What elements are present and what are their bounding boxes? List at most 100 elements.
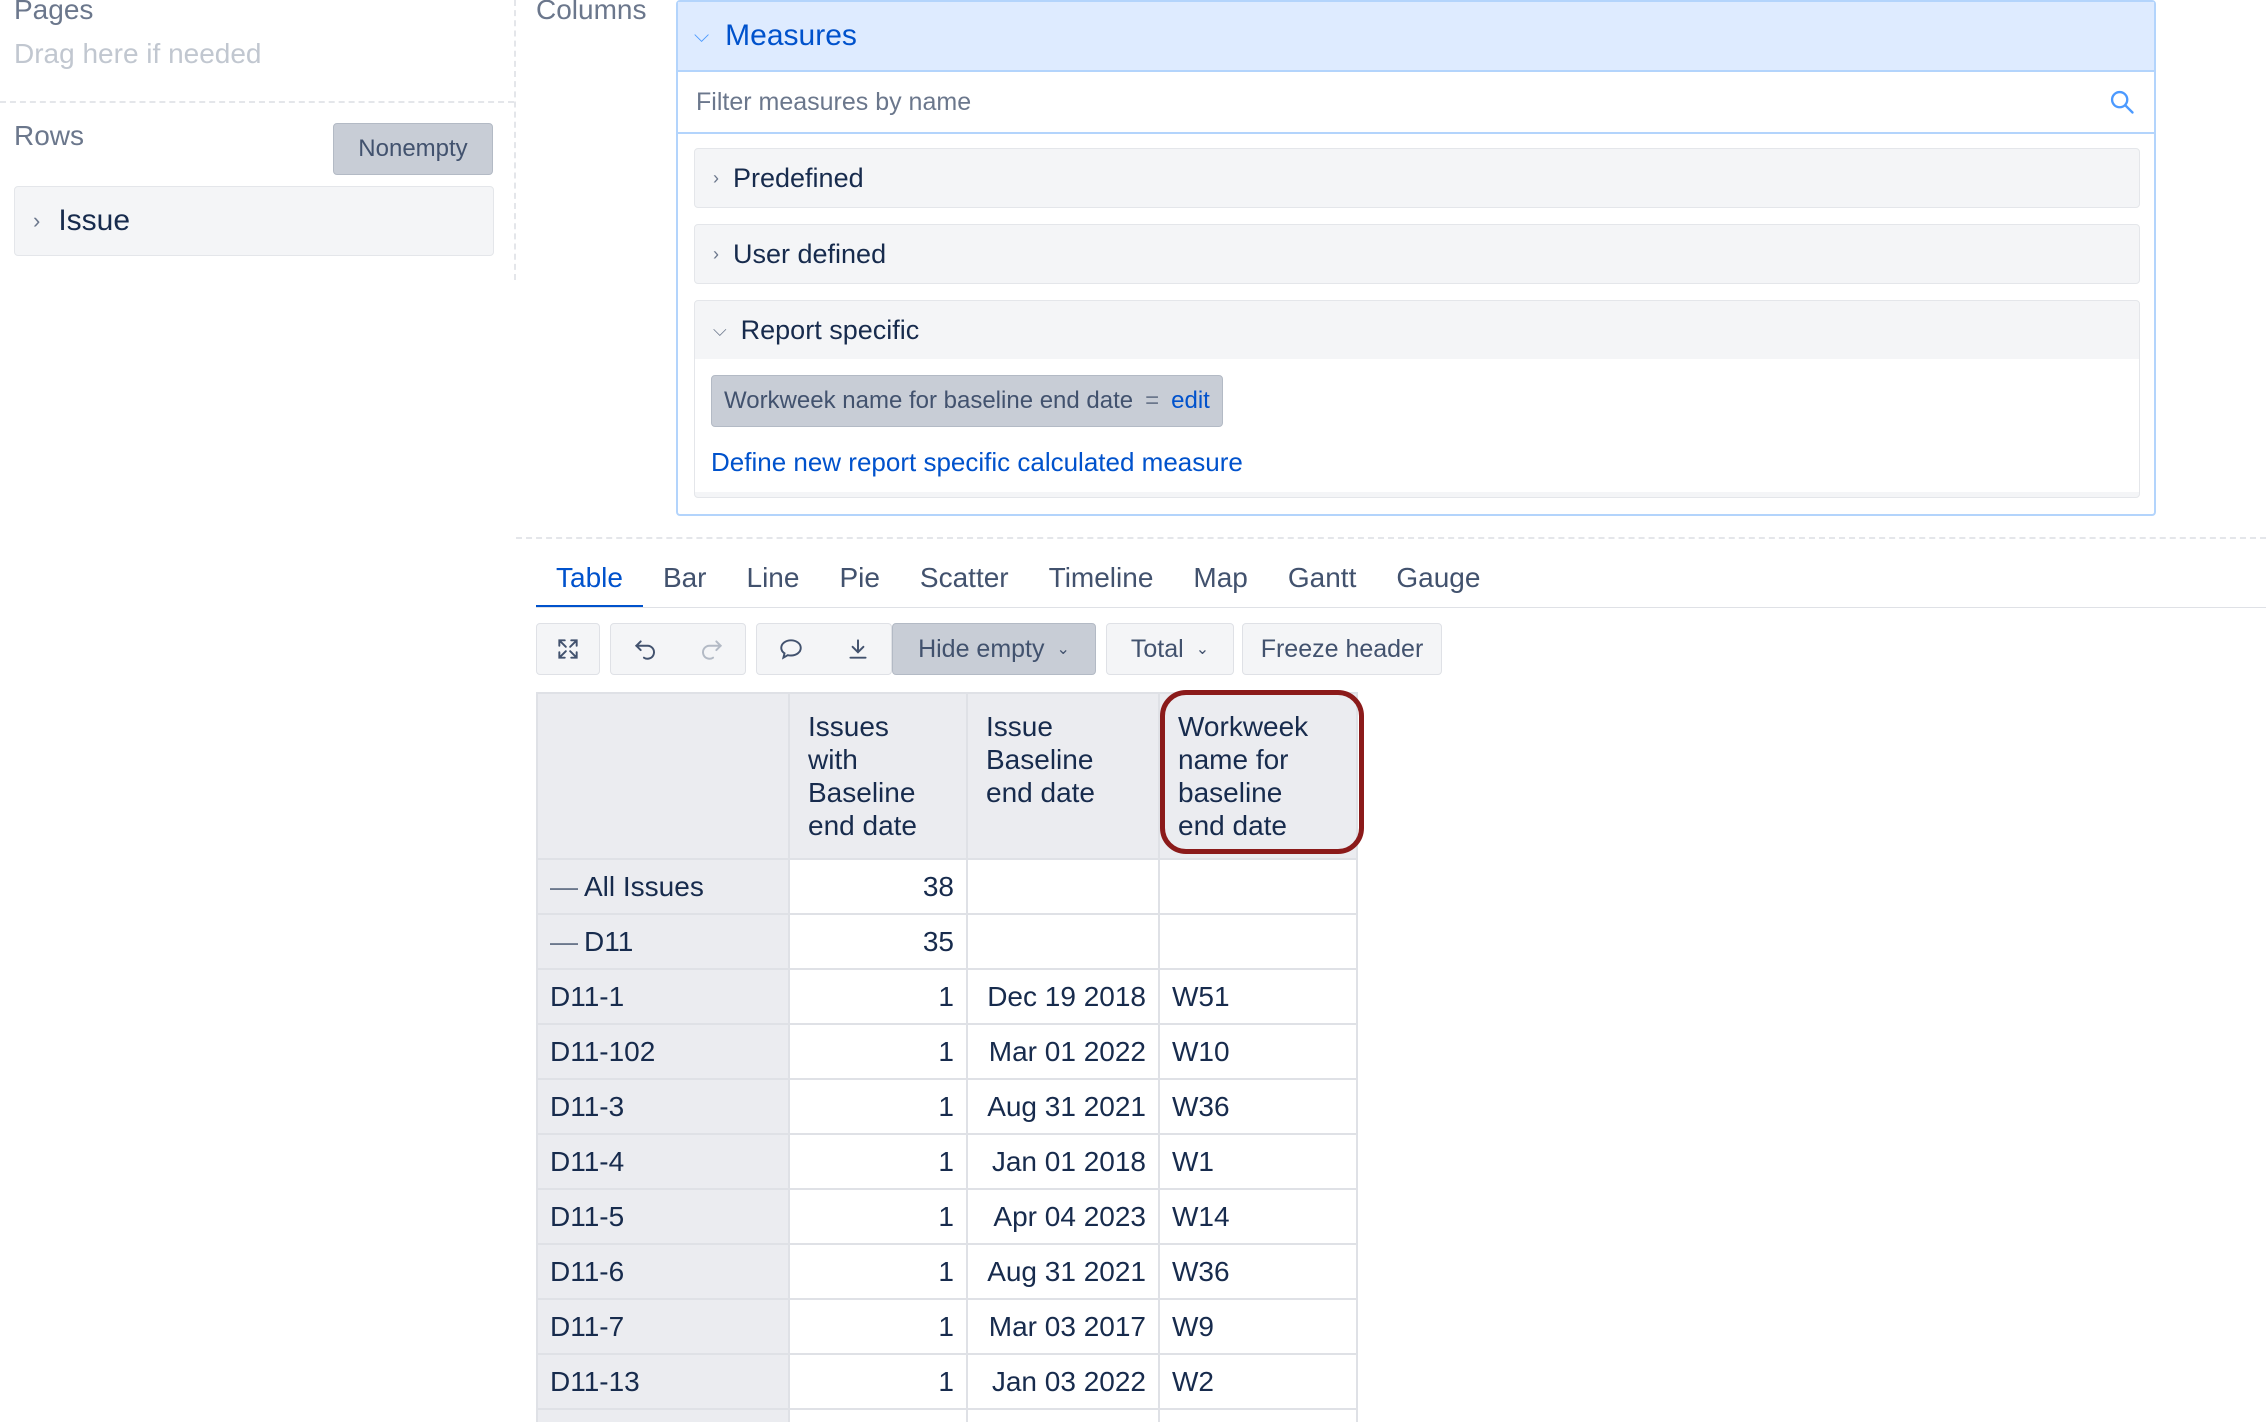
- tab-map[interactable]: Map: [1173, 558, 1267, 608]
- group-header[interactable]: ⌵ Report specific: [695, 301, 2139, 359]
- table-row: D11-13 1 Jan 03 2022 W2: [536, 1353, 1358, 1410]
- table-row: — D11 35: [536, 913, 1358, 970]
- row-header[interactable]: D11-1: [536, 968, 790, 1025]
- tab-timeline[interactable]: Timeline: [1029, 558, 1174, 608]
- cell-date: Mar 03 2017: [966, 1298, 1160, 1355]
- header-line: end date: [986, 777, 1095, 808]
- define-measure-link[interactable]: Define new report specific calculated me…: [711, 447, 2123, 478]
- equals-sign: =: [1145, 387, 1160, 414]
- cell-week: W9: [1158, 1298, 1358, 1355]
- section-divider: [516, 537, 2266, 539]
- freeze-header-button[interactable]: Freeze header: [1242, 623, 1442, 675]
- table-row: D11-18 1 Sep 11 2019 W37: [536, 1408, 1358, 1422]
- header-line: Baseline: [808, 777, 916, 808]
- measure-group-report-specific: ⌵ Report specific Workweek name for base…: [694, 300, 2140, 498]
- rows-dimension-issue[interactable]: › Issue: [14, 186, 494, 256]
- row-header[interactable]: D11-3: [536, 1078, 790, 1135]
- cell-week: [1158, 913, 1358, 970]
- tab-gantt[interactable]: Gantt: [1268, 558, 1376, 608]
- cell-week: W1: [1158, 1133, 1358, 1190]
- header-line: name for: [1178, 744, 1289, 775]
- cell-count: 1: [788, 1023, 968, 1080]
- measure-chip[interactable]: Workweek name for baseline end date = ed…: [711, 375, 1223, 427]
- table-row: D11-4 1 Jan 01 2018 W1: [536, 1133, 1358, 1190]
- edit-link[interactable]: edit: [1171, 387, 1210, 415]
- header-line: Workweek: [1178, 711, 1309, 742]
- row-header[interactable]: D11-6: [536, 1243, 790, 1300]
- table-row: D11-6 1 Aug 31 2021 W36: [536, 1243, 1358, 1300]
- search-icon[interactable]: [2108, 88, 2136, 116]
- row-header[interactable]: — D11: [536, 913, 790, 970]
- chevron-right-icon[interactable]: ›: [713, 244, 719, 265]
- hide-empty-dropdown[interactable]: Hide empty ⌄: [892, 623, 1096, 675]
- table-row: D11-5 1 Apr 04 2023 W14: [536, 1188, 1358, 1245]
- table-row: D11-1 1 Dec 19 2018 W51: [536, 968, 1358, 1025]
- fullscreen-button[interactable]: [536, 623, 600, 675]
- chevron-right-icon[interactable]: ›: [713, 168, 719, 189]
- cell-count: 1: [788, 1408, 968, 1422]
- comment-icon[interactable]: [778, 636, 804, 662]
- tab-pie[interactable]: Pie: [819, 558, 899, 608]
- nonempty-button[interactable]: Nonempty: [333, 123, 493, 175]
- row-label: All Issues: [584, 870, 704, 902]
- tab-table[interactable]: Table: [536, 558, 643, 608]
- chevron-down-icon[interactable]: ⌵: [713, 320, 727, 341]
- column-header-baseline-date[interactable]: Issue Baseline end date: [966, 692, 1160, 860]
- measure-name: Workweek name for baseline end date: [724, 387, 1134, 414]
- undo-redo-group: [610, 623, 746, 675]
- table-row: — All Issues 38: [536, 858, 1358, 915]
- cell-date: Jan 03 2022: [966, 1353, 1160, 1410]
- rows-label: Rows: [14, 120, 85, 151]
- cell-date: Aug 31 2021: [966, 1078, 1160, 1135]
- cell-date: Jan 01 2018: [966, 1133, 1160, 1190]
- header-line: Issue: [986, 711, 1053, 742]
- row-header[interactable]: D11-4: [536, 1133, 790, 1190]
- undo-icon[interactable]: [632, 636, 658, 662]
- row-header[interactable]: — All Issues: [536, 858, 790, 915]
- cell-count: 1: [788, 1188, 968, 1245]
- cell-week: W37: [1158, 1408, 1358, 1422]
- cell-count: 35: [788, 913, 968, 970]
- header-line: Baseline: [986, 744, 1094, 775]
- header-line: with: [808, 744, 858, 775]
- row-header[interactable]: D11-13: [536, 1353, 790, 1410]
- section-divider: [0, 101, 514, 103]
- collapse-icon[interactable]: —: [550, 926, 578, 957]
- cell-date: Apr 04 2023: [966, 1188, 1160, 1245]
- measure-group-predefined[interactable]: › Predefined: [694, 148, 2140, 208]
- group-name: Predefined: [733, 162, 864, 193]
- total-label: Total: [1130, 634, 1184, 663]
- download-icon[interactable]: [845, 636, 871, 662]
- tab-scatter[interactable]: Scatter: [900, 558, 1029, 608]
- cell-week: W10: [1158, 1023, 1358, 1080]
- pages-dropzone-hint[interactable]: Drag here if needed: [14, 38, 262, 70]
- group-name: Report specific: [740, 314, 920, 345]
- total-dropdown[interactable]: Total ⌄: [1106, 623, 1234, 675]
- hide-empty-label: Hide empty: [918, 634, 1045, 663]
- redo-icon[interactable]: [699, 636, 725, 662]
- chevron-down-icon[interactable]: ⌵: [694, 25, 709, 48]
- tab-line[interactable]: Line: [727, 558, 820, 608]
- tab-gauge[interactable]: Gauge: [1376, 558, 1500, 608]
- row-header[interactable]: D11-7: [536, 1298, 790, 1355]
- measure-group-user-defined[interactable]: › User defined: [694, 224, 2140, 284]
- report-specific-body: Workweek name for baseline end date = ed…: [695, 359, 2139, 492]
- table-corner: [536, 692, 790, 860]
- column-header-issues-count[interactable]: Issues with Baseline end date: [788, 692, 968, 860]
- collapse-icon[interactable]: —: [550, 871, 578, 902]
- cell-count: 38: [788, 858, 968, 915]
- cell-date: [966, 913, 1160, 970]
- cell-count: 1: [788, 1133, 968, 1190]
- row-header[interactable]: D11-18: [536, 1408, 790, 1422]
- tab-bar[interactable]: Bar: [643, 558, 727, 608]
- chevron-right-icon[interactable]: ›: [33, 208, 40, 234]
- measures-header[interactable]: ⌵ Measures: [678, 2, 2154, 72]
- measure-filter-input[interactable]: [696, 87, 1996, 117]
- header-line: end date: [808, 810, 917, 841]
- header-line: baseline: [1178, 777, 1283, 808]
- header-line: Issues: [808, 711, 889, 742]
- row-header[interactable]: D11-5: [536, 1188, 790, 1245]
- row-header[interactable]: D11-102: [536, 1023, 790, 1080]
- column-header-workweek[interactable]: Workweek name for baseline end date: [1158, 692, 1358, 860]
- comment-export-group: [756, 623, 892, 675]
